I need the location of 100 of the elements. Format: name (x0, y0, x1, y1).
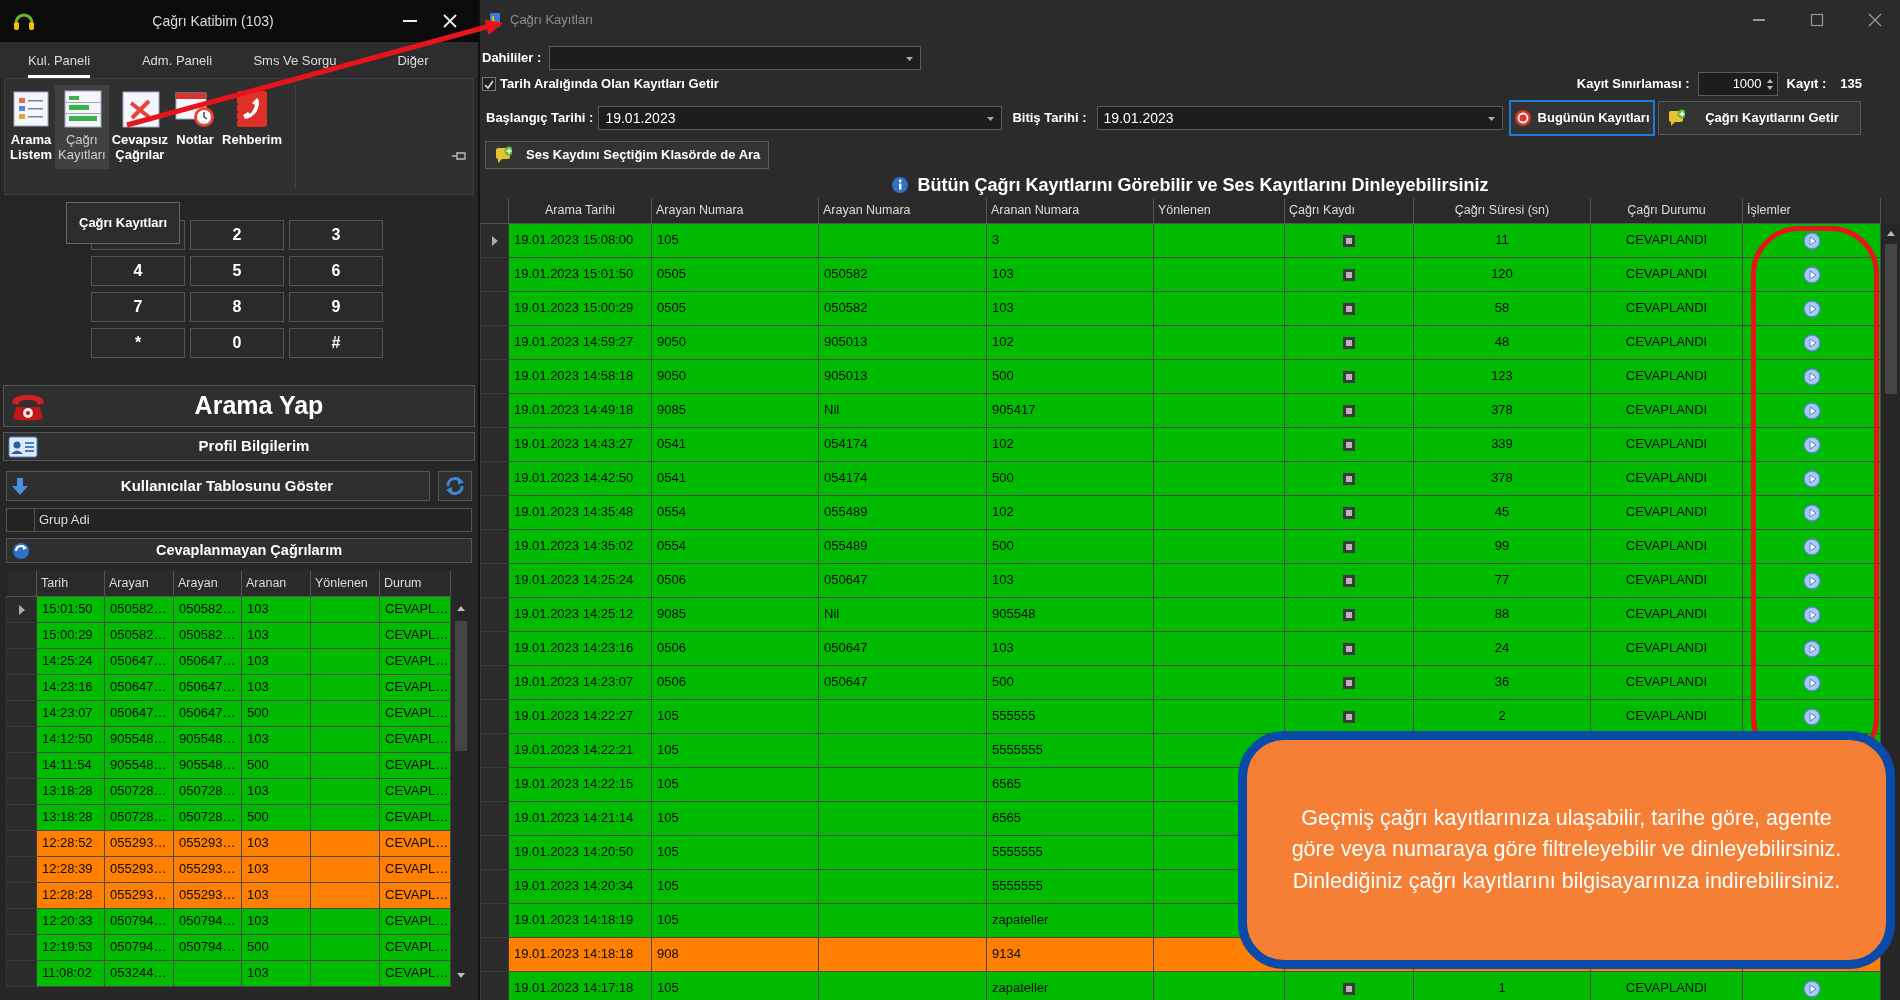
table-cell: 050728… (173, 804, 242, 830)
end-date-dropdown[interactable]: 19.01.2023 (1096, 106, 1503, 130)
column-header: Arayan Numara (651, 198, 819, 223)
table-cell: 050647… (104, 700, 174, 726)
stop-square-icon[interactable] (1342, 709, 1356, 724)
ribbon-button[interactable]: Çağrı Kayıtları (55, 85, 109, 169)
table-cell: CEVAPL… (379, 700, 451, 726)
scrollbar-thumb[interactable] (1885, 244, 1897, 394)
play-button[interactable] (1802, 435, 1821, 454)
keypad-key[interactable]: 7 (91, 292, 185, 322)
table-cell: 050647… (173, 648, 242, 674)
fetch-records-button[interactable]: Çağrı Kayıtlarını Getir (1657, 101, 1861, 135)
table-cell: 105 (651, 835, 819, 869)
play-button[interactable] (1802, 605, 1821, 624)
table-cell: CEVAPLANDI (1590, 325, 1743, 359)
table-cell: 19.01.2023 14:59:27 (508, 325, 652, 359)
stop-square-icon[interactable] (1342, 335, 1356, 350)
table-cell: 105 (651, 733, 819, 767)
stop-square-icon[interactable] (1342, 981, 1356, 996)
stop-square-icon[interactable] (1342, 301, 1356, 316)
stop-square-icon[interactable] (1342, 675, 1356, 690)
today-records-button[interactable]: Bugünün Kayıtları (1508, 100, 1655, 136)
play-button[interactable] (1802, 333, 1821, 352)
table-cell: 19.01.2023 14:18:19 (508, 903, 652, 937)
keypad-key[interactable]: 3 (289, 220, 383, 250)
table-cell: 77 (1413, 563, 1591, 597)
column-header: Çağrı Kaydı (1284, 198, 1414, 223)
column-header: Durum (379, 571, 451, 596)
table-cell: 19.01.2023 14:23:16 (508, 631, 652, 665)
stop-square-icon[interactable] (1342, 471, 1356, 486)
tab[interactable]: Sms Ve Sorgu (253, 46, 337, 78)
play-button[interactable] (1802, 537, 1821, 556)
play-button[interactable] (1802, 231, 1821, 250)
play-button[interactable] (1802, 503, 1821, 522)
play-button[interactable] (1802, 571, 1821, 590)
play-button[interactable] (1802, 707, 1821, 726)
table-cell: 500 (241, 934, 311, 960)
table-cell: 103 (241, 908, 311, 934)
extensions-dropdown[interactable] (549, 46, 922, 70)
ribbon-button[interactable]: Notlar (171, 85, 220, 154)
play-button[interactable] (1802, 299, 1821, 318)
table-cell: 339 (1413, 427, 1591, 461)
stop-square-icon[interactable] (1342, 505, 1356, 520)
stop-square-icon[interactable] (1342, 233, 1356, 248)
tab[interactable]: Diğer (397, 46, 429, 78)
table-cell: 9050 (651, 325, 819, 359)
ribbon-button[interactable]: Rehberim (219, 85, 286, 154)
keypad-key[interactable]: 2 (190, 220, 284, 250)
play-button[interactable] (1802, 469, 1821, 488)
keypad-key[interactable]: 8 (190, 292, 284, 322)
table-cell: 050582… (173, 596, 242, 622)
scrollbar-thumb[interactable] (455, 621, 467, 751)
stop-square-icon[interactable] (1342, 607, 1356, 622)
limit-spinner[interactable]: 1000 (1697, 72, 1778, 96)
ribbon-button[interactable]: Arama Listem (7, 85, 55, 169)
refresh-button[interactable] (438, 471, 472, 501)
table-cell: 9085 (651, 597, 819, 631)
keypad-key[interactable]: 6 (289, 256, 383, 286)
stop-square-icon[interactable] (1342, 573, 1356, 588)
play-button[interactable] (1802, 979, 1821, 998)
table-cell: 5555555 (986, 835, 1154, 869)
play-button[interactable] (1802, 401, 1821, 420)
play-button[interactable] (1802, 265, 1821, 284)
play-button[interactable] (1802, 639, 1821, 658)
table-cell: CEVAPL… (379, 648, 451, 674)
table-cell: 45 (1413, 495, 1591, 529)
start-date-dropdown[interactable]: 19.01.2023 (598, 106, 1003, 130)
stop-square-icon[interactable] (1342, 437, 1356, 452)
keypad-key[interactable]: * (91, 328, 185, 358)
keypad-key[interactable]: 4 (91, 256, 185, 286)
scroll-down-icon[interactable] (456, 972, 466, 979)
table-cell: 105 (651, 971, 819, 1000)
show-users-button[interactable]: Kullanıcılar Tablosunu Göster (6, 471, 430, 501)
keypad-key[interactable]: 5 (190, 256, 284, 286)
stop-square-icon[interactable] (1342, 369, 1356, 384)
stop-square-icon[interactable] (1342, 641, 1356, 656)
play-button[interactable] (1802, 367, 1821, 386)
scroll-up-icon[interactable] (1886, 230, 1896, 237)
tab[interactable]: Adm. Paneli (141, 46, 213, 78)
call-button[interactable]: Arama Yap (3, 385, 475, 427)
minimize-icon (1753, 19, 1765, 21)
search-folder-button[interactable]: Ses Kaydını Seçtiğim Klasörde de Ara (485, 141, 770, 169)
keypad-key[interactable]: 9 (289, 292, 383, 322)
table-cell: 103 (241, 960, 311, 986)
table-cell: CEVAPLANDI (1590, 495, 1743, 529)
keypad-key[interactable]: # (289, 328, 383, 358)
keypad-key[interactable]: 0 (190, 328, 284, 358)
scroll-up-icon[interactable] (456, 605, 466, 612)
profile-button[interactable]: Profil Bilgilerim (3, 432, 475, 461)
table-cell: 500 (986, 529, 1154, 563)
play-button[interactable] (1802, 673, 1821, 692)
stop-square-icon[interactable] (1342, 403, 1356, 418)
stop-square-icon[interactable] (1342, 267, 1356, 282)
stop-square-icon[interactable] (1342, 539, 1356, 554)
date-range-checkbox[interactable]: Tarih Aralığında Olan Kayıtları Getir (482, 74, 719, 94)
column-header: Çağrı Süresi (sn) (1413, 198, 1591, 223)
table-cell: CEVAPLANDI (1590, 597, 1743, 631)
ribbon-button[interactable]: Cevapsız Çağrılar (108, 85, 172, 169)
table-cell: 19.01.2023 14:35:48 (508, 495, 652, 529)
table-cell: CEVAPLANDI (1590, 461, 1743, 495)
